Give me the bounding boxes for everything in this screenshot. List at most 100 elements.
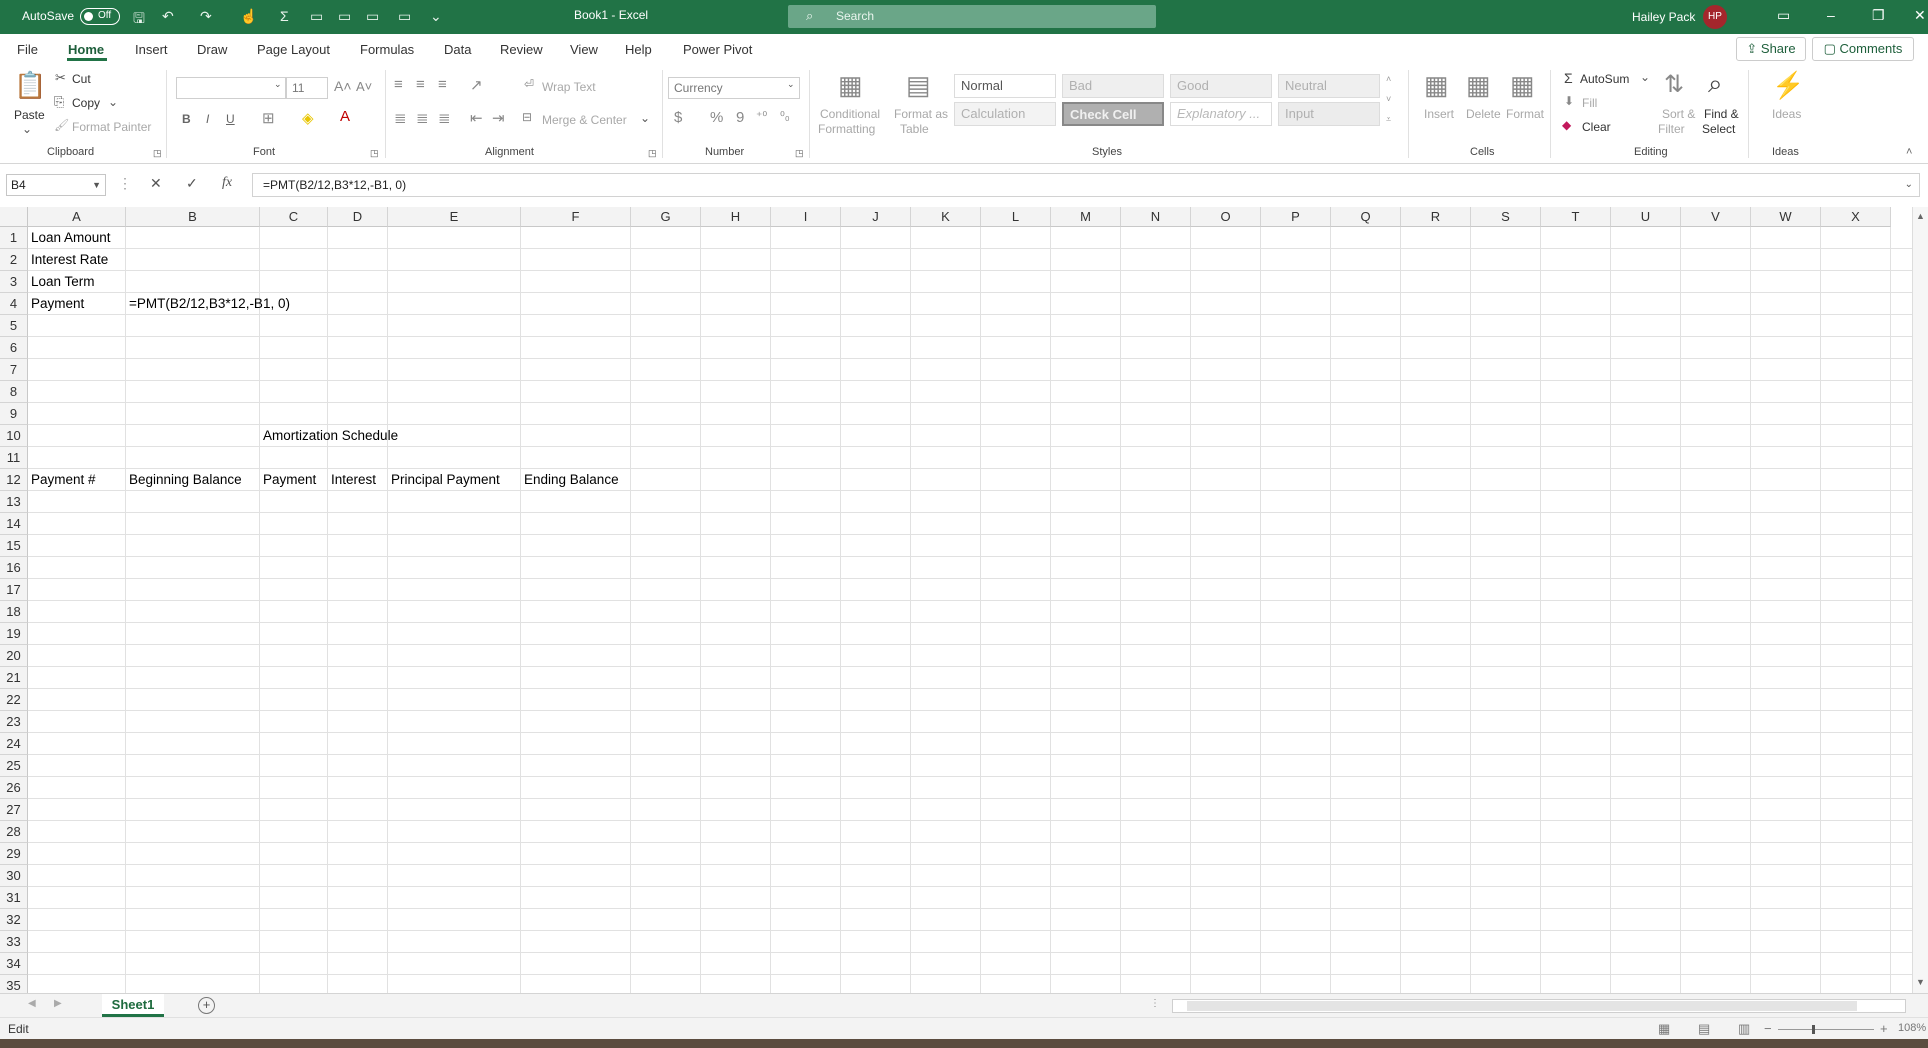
cell-d12[interactable]: Interest — [328, 469, 376, 491]
column-header-c[interactable]: C — [260, 207, 328, 227]
sort-filter-line1[interactable]: Sort & — [1662, 107, 1695, 121]
fill-color-icon[interactable]: ◈ — [302, 109, 314, 127]
clear-button[interactable]: Clear — [1582, 120, 1611, 134]
align-top-icon[interactable]: ≡ — [394, 76, 403, 93]
select-all-corner[interactable] — [0, 207, 28, 227]
style-input[interactable]: Input — [1278, 102, 1380, 126]
column-header-h[interactable]: H — [701, 207, 771, 227]
row-header-11[interactable]: 11 — [0, 447, 28, 469]
ideas-button[interactable]: Ideas — [1772, 107, 1801, 121]
column-header-p[interactable]: P — [1261, 207, 1331, 227]
format-as-table-line1[interactable]: Format as — [894, 107, 948, 121]
decrease-font-icon[interactable]: A˅ — [356, 79, 372, 94]
row-header-14[interactable]: 14 — [0, 513, 28, 535]
page-layout-view-icon[interactable]: ▤ — [1698, 1021, 1710, 1037]
styles-more-icon[interactable]: ⩡ — [1386, 114, 1391, 125]
avatar[interactable]: HP — [1703, 5, 1727, 29]
column-header-w[interactable]: W — [1751, 207, 1821, 227]
row-header-35[interactable]: 35 — [0, 975, 28, 993]
column-header-f[interactable]: F — [521, 207, 631, 227]
sheet-tab-active[interactable]: Sheet1 — [102, 994, 164, 1017]
tab-home[interactable]: Home — [68, 42, 104, 57]
column-header-n[interactable]: N — [1121, 207, 1191, 227]
style-explanatory[interactable]: Explanatory ... — [1170, 102, 1272, 126]
row-header-34[interactable]: 34 — [0, 953, 28, 975]
row-header-13[interactable]: 13 — [0, 491, 28, 513]
cell-c10[interactable]: Amortization Schedule — [260, 425, 398, 447]
increase-font-icon[interactable]: A˄ — [334, 78, 352, 94]
collapse-ribbon-icon[interactable]: ˄ — [1906, 146, 1912, 158]
tab-view[interactable]: View — [570, 42, 598, 57]
tab-review[interactable]: Review — [500, 42, 543, 57]
enter-icon[interactable]: ✓ — [186, 175, 198, 192]
find-select-line1[interactable]: Find & — [1704, 107, 1739, 121]
copy-dropdown-icon[interactable]: ⌄ — [108, 95, 118, 109]
name-box-dropdown-icon[interactable]: ▼ — [92, 175, 101, 195]
column-header-j[interactable]: J — [841, 207, 911, 227]
cell-a1[interactable]: Loan Amount — [28, 227, 111, 249]
row-header-20[interactable]: 20 — [0, 645, 28, 667]
row-header-17[interactable]: 17 — [0, 579, 28, 601]
format-painter-button[interactable]: Format Painter — [72, 120, 151, 134]
search-box[interactable]: ⌕ Search — [788, 5, 1156, 28]
style-check-cell[interactable]: Check Cell — [1062, 102, 1164, 126]
font-color-icon[interactable]: A — [340, 108, 350, 125]
row-header-9[interactable]: 9 — [0, 403, 28, 425]
cut-button[interactable]: Cut — [72, 72, 91, 86]
undo-icon[interactable]: ↶ — [162, 8, 174, 25]
conditional-formatting-line2[interactable]: Formatting — [818, 122, 875, 136]
merge-center-button[interactable]: Merge & Center — [542, 113, 627, 127]
conditional-formatting-line1[interactable]: Conditional — [820, 107, 880, 121]
number-launcher-icon[interactable]: ◳ — [795, 148, 804, 159]
insert-cells-button[interactable]: Insert — [1424, 107, 1454, 121]
vertical-scrollbar[interactable]: ▲ ▼ — [1912, 207, 1928, 993]
row-header-15[interactable]: 15 — [0, 535, 28, 557]
comma-style-button[interactable]: 9 — [736, 109, 744, 126]
underline-button[interactable]: U — [226, 112, 235, 126]
column-header-q[interactable]: Q — [1331, 207, 1401, 227]
align-center-icon[interactable]: ≣ — [416, 109, 429, 127]
touch-mode-icon[interactable]: ☝ — [240, 8, 257, 25]
font-name-dropdown-icon[interactable]: ⌄ — [274, 79, 282, 90]
row-header-5[interactable]: 5 — [0, 315, 28, 337]
style-normal[interactable]: Normal — [954, 74, 1056, 98]
column-header-o[interactable]: O — [1191, 207, 1261, 227]
number-format-box[interactable]: Currency — [668, 77, 800, 99]
next-sheet-icon[interactable]: ▶ — [54, 998, 62, 1009]
row-header-3[interactable]: 3 — [0, 271, 28, 293]
tab-data[interactable]: Data — [444, 42, 471, 57]
name-box[interactable]: B4 ▼ — [6, 174, 106, 196]
add-sheet-icon[interactable]: + — [198, 997, 215, 1014]
column-header-b[interactable]: B — [126, 207, 260, 227]
tab-split-icon[interactable]: ⋮ — [1150, 998, 1160, 1009]
column-header-x[interactable]: X — [1821, 207, 1891, 227]
orientation-icon[interactable]: ↗ — [470, 76, 483, 94]
row-header-26[interactable]: 26 — [0, 777, 28, 799]
tab-insert[interactable]: Insert — [135, 42, 168, 57]
horizontal-scrollbar[interactable] — [1172, 999, 1906, 1013]
zoom-out-icon[interactable]: − — [1764, 1021, 1772, 1036]
paste-button[interactable]: Paste — [14, 108, 45, 122]
zoom-level[interactable]: 108% — [1898, 1022, 1926, 1034]
column-header-t[interactable]: T — [1541, 207, 1611, 227]
page-break-preview-icon[interactable]: ▥ — [1738, 1021, 1750, 1037]
qat-icon-b[interactable]: ▭ — [338, 8, 351, 25]
align-right-icon[interactable]: ≣ — [438, 109, 451, 127]
column-header-g[interactable]: G — [631, 207, 701, 227]
horizontal-scroll-thumb[interactable] — [1187, 1001, 1857, 1011]
row-header-32[interactable]: 32 — [0, 909, 28, 931]
tab-help[interactable]: Help — [625, 42, 652, 57]
cancel-icon[interactable]: ✕ — [150, 175, 162, 192]
row-header-6[interactable]: 6 — [0, 337, 28, 359]
row-header-25[interactable]: 25 — [0, 755, 28, 777]
prev-sheet-icon[interactable]: ◀ — [28, 998, 36, 1009]
zoom-slider-knob[interactable] — [1812, 1025, 1815, 1034]
cell-b4[interactable]: =PMT(B2/12,B3*12,-B1, 0) — [126, 293, 290, 315]
merge-dropdown-icon[interactable]: ⌄ — [640, 111, 650, 125]
decrease-indent-icon[interactable]: ⇤ — [470, 109, 483, 127]
row-header-27[interactable]: 27 — [0, 799, 28, 821]
align-middle-icon[interactable]: ≡ — [416, 76, 425, 93]
bold-button[interactable]: B — [182, 112, 191, 126]
tab-draw[interactable]: Draw — [197, 42, 227, 57]
share-button[interactable]: ⇪ Share — [1736, 37, 1806, 61]
